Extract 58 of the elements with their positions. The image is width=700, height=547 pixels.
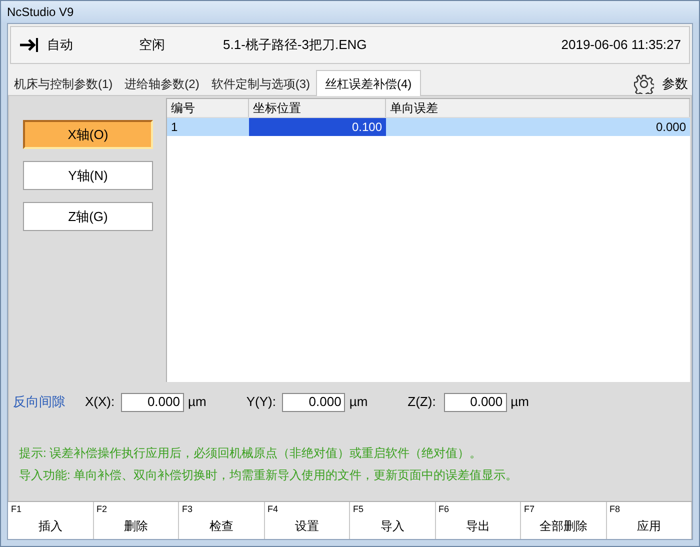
field-label: Z(Z): bbox=[408, 393, 437, 412]
axis-button[interactable]: Y轴(N) bbox=[23, 161, 153, 190]
column-header: 编号 bbox=[167, 99, 249, 117]
button-label: 设置 bbox=[294, 518, 319, 532]
hint-text: 导入功能: 单向补偿、双向补偿切换时，均需重新导入使用的文件，更新页面中的误差值显示。 bbox=[19, 467, 519, 484]
tab[interactable]: 软件定制与选项(3) bbox=[205, 72, 316, 95]
column-header: 坐标位置 bbox=[249, 99, 386, 117]
table-cell: 0.100 bbox=[249, 118, 386, 136]
field-label: Y(Y): bbox=[246, 393, 277, 412]
input-field[interactable]: 0.000 bbox=[121, 392, 184, 412]
backlash-label[interactable]: 反向间隙 bbox=[13, 392, 85, 412]
key-label: F3 bbox=[182, 503, 193, 516]
hint-text: 提示: 误差补偿操作执行应用后，必须回机械原点（非绝对值）或重启软件（绝对值）。 bbox=[19, 445, 483, 462]
table-cell-text: 0.000 bbox=[654, 119, 687, 136]
function-key-button[interactable]: F5 导入 bbox=[350, 502, 436, 539]
unit-label: µm bbox=[188, 393, 206, 412]
field-label: X(X): bbox=[85, 393, 116, 412]
function-key-button[interactable]: F2 删除 bbox=[94, 502, 179, 539]
key-label: F8 bbox=[610, 503, 620, 516]
parameters-button[interactable]: 参数 bbox=[634, 72, 692, 95]
unit-label: µm bbox=[510, 393, 529, 412]
arrow-into-bracket-icon bbox=[19, 37, 41, 53]
tab[interactable]: 进给轴参数(2) bbox=[118, 72, 206, 95]
button-label: 删除 bbox=[124, 518, 148, 532]
table-row[interactable]: 1 0.100 0.000 bbox=[167, 118, 690, 136]
date-time: 2019-06-06 11:35:27 bbox=[561, 36, 681, 54]
state-text: 空闲 bbox=[139, 36, 166, 54]
key-label: F6 bbox=[438, 503, 450, 516]
button-label: 导出 bbox=[466, 518, 490, 532]
button-label: 检查 bbox=[209, 518, 234, 532]
input-field[interactable]: 0.000 bbox=[444, 392, 507, 412]
function-key-button[interactable]: F8 应用 bbox=[606, 502, 692, 539]
function-key-button[interactable]: F1 插入 bbox=[8, 502, 94, 539]
axis-button[interactable]: Z轴(G) bbox=[23, 202, 153, 231]
axis-button[interactable]: X轴(O) bbox=[23, 120, 153, 149]
mode-text: 自动 bbox=[47, 36, 74, 54]
function-key-button[interactable]: F4 设置 bbox=[264, 502, 350, 539]
key-label: F2 bbox=[96, 503, 108, 516]
function-key-button[interactable]: F6 导出 bbox=[436, 502, 521, 539]
key-label: F4 bbox=[268, 503, 278, 516]
button-label: 插入 bbox=[38, 518, 62, 532]
file-name: 5.1-桃子路径-3把刀.ENG bbox=[223, 36, 367, 54]
settings-icon bbox=[634, 74, 654, 94]
key-label: F7 bbox=[524, 503, 535, 516]
column-header: 单向误差 bbox=[386, 99, 690, 117]
unit-label: µm bbox=[349, 393, 368, 412]
function-key-button[interactable]: F3 检查 bbox=[179, 502, 264, 539]
tab[interactable]: 丝杠误差补偿(4) bbox=[316, 70, 421, 96]
key-label: F5 bbox=[353, 503, 364, 516]
button-label: 应用 bbox=[636, 518, 661, 532]
button-label: 全部删除 bbox=[539, 518, 588, 532]
table-cell-text: 1 bbox=[170, 119, 179, 136]
tab[interactable]: 机床与控制参数(1) bbox=[8, 72, 119, 95]
key-label: F1 bbox=[11, 503, 22, 516]
window-title: NcStudio V9 bbox=[7, 4, 74, 21]
button-label: 导入 bbox=[380, 518, 404, 532]
input-field[interactable]: 0.000 bbox=[282, 392, 346, 412]
function-key-button[interactable]: F7 全部删除 bbox=[521, 502, 606, 539]
